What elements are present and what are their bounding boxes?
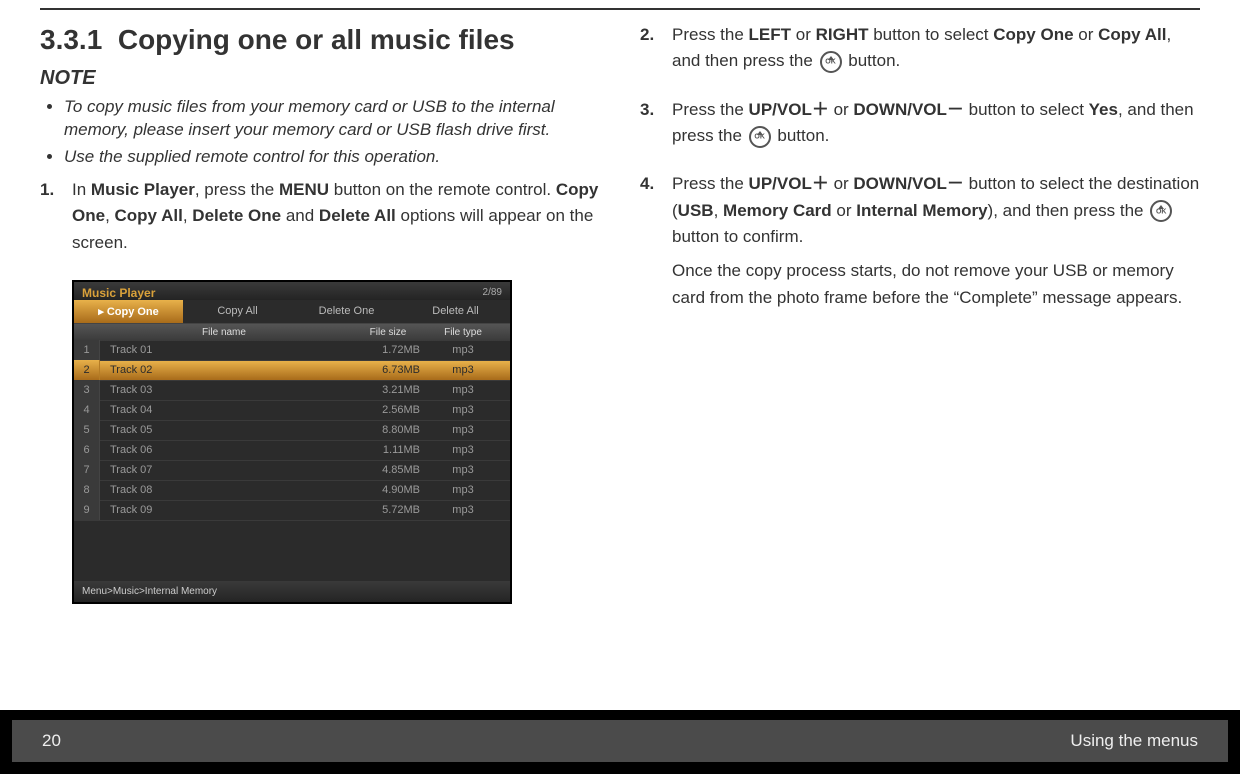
row-filename: Track 04 [100, 404, 348, 416]
col-filesize: File size [348, 327, 428, 338]
page-number: 20 [42, 731, 61, 751]
page-content: 3.3.1 Copying one or all music files NOT… [40, 22, 1200, 704]
row-index: 2 [74, 360, 100, 380]
table-row[interactable]: 7Track 074.85MBmp3 [74, 461, 510, 481]
device-header: Music Player 2/89 [74, 282, 510, 300]
row-filesize: 6.73MB [348, 364, 428, 376]
section-number: 3.3.1 [40, 24, 102, 55]
device-screenshot: Music Player 2/89 Copy One Copy All Dele… [72, 280, 512, 604]
row-filename: Track 07 [100, 464, 348, 476]
row-index: 4 [74, 400, 100, 420]
col-filetype: File type [428, 327, 498, 338]
row-index: 5 [74, 420, 100, 440]
step-number: 4. [640, 171, 672, 319]
step-number: 3. [640, 97, 672, 158]
steps-left: 1. In Music Player, press the MENU butto… [40, 177, 600, 264]
left-column: 3.3.1 Copying one or all music files NOT… [40, 22, 600, 704]
row-index: 9 [74, 500, 100, 520]
steps-right: 2. Press the LEFT or RIGHT button to sel… [640, 22, 1200, 319]
device-empty-space [74, 521, 510, 581]
step-body: Press the LEFT or RIGHT button to select… [672, 22, 1200, 83]
section-title: Copying one or all music files [118, 24, 515, 55]
row-filetype: mp3 [428, 504, 498, 516]
device-tab-copy-all[interactable]: Copy All [183, 300, 292, 323]
table-row[interactable]: 5Track 058.80MBmp3 [74, 421, 510, 441]
right-column: 2. Press the LEFT or RIGHT button to sel… [640, 22, 1200, 704]
row-filesize: 4.90MB [348, 484, 428, 496]
device-column-headers: File name File size File type [74, 324, 510, 341]
row-filetype: mp3 [428, 464, 498, 476]
row-index: 3 [74, 380, 100, 400]
row-filename: Track 09 [100, 504, 348, 516]
device-tab-copy-one[interactable]: Copy One [74, 300, 183, 323]
row-filesize: 8.80MB [348, 424, 428, 436]
row-filetype: mp3 [428, 444, 498, 456]
row-filesize: 2.56MB [348, 404, 428, 416]
section-heading: 3.3.1 Copying one or all music files [40, 22, 600, 57]
device-tabs: Copy One Copy All Delete One Delete All [74, 300, 510, 324]
note-item: To copy music files from your memory car… [64, 96, 600, 142]
device-rows: 1Track 011.72MBmp32Track 026.73MBmp33Tra… [74, 341, 510, 521]
device-breadcrumb: Menu>Music>Internal Memory [74, 581, 510, 602]
note-heading: NOTE [40, 67, 600, 90]
row-index: 1 [74, 340, 100, 360]
table-row[interactable]: 3Track 033.21MBmp3 [74, 381, 510, 401]
row-filetype: mp3 [428, 404, 498, 416]
table-row[interactable]: 2Track 026.73MBmp3 [74, 361, 510, 381]
device-tab-delete-one[interactable]: Delete One [292, 300, 401, 323]
row-filename: Track 03 [100, 384, 348, 396]
ok-icon [1150, 200, 1172, 222]
step-number: 1. [40, 177, 72, 264]
row-index: 7 [74, 460, 100, 480]
step-number: 2. [640, 22, 672, 83]
row-filesize: 1.72MB [348, 344, 428, 356]
row-index: 6 [74, 440, 100, 460]
row-filesize: 4.85MB [348, 464, 428, 476]
step-body: Press the UP/VOL＋ or DOWN/VOL－ button to… [672, 97, 1200, 158]
step-2: 2. Press the LEFT or RIGHT button to sel… [640, 22, 1200, 83]
table-row[interactable]: 8Track 084.90MBmp3 [74, 481, 510, 501]
step-body: In Music Player, press the MENU button o… [72, 177, 600, 264]
table-row[interactable]: 4Track 042.56MBmp3 [74, 401, 510, 421]
row-filename: Track 01 [100, 344, 348, 356]
col-filename: File name [100, 327, 348, 338]
row-filetype: mp3 [428, 364, 498, 376]
row-filesize: 1.11MB [348, 444, 428, 456]
row-index: 8 [74, 480, 100, 500]
row-filetype: mp3 [428, 484, 498, 496]
table-row[interactable]: 9Track 095.72MBmp3 [74, 501, 510, 521]
row-filetype: mp3 [428, 344, 498, 356]
row-filename: Track 08 [100, 484, 348, 496]
footer-bar: 20 Using the menus [0, 710, 1240, 774]
chapter-title: Using the menus [1070, 731, 1198, 751]
device-tab-delete-all[interactable]: Delete All [401, 300, 510, 323]
row-filename: Track 06 [100, 444, 348, 456]
ok-icon [820, 51, 842, 73]
device-counter: 2/89 [483, 287, 502, 298]
row-filesize: 3.21MB [348, 384, 428, 396]
note-list: To copy music files from your memory car… [64, 96, 600, 169]
ok-icon [749, 126, 771, 148]
device-title: Music Player [82, 286, 155, 300]
row-filetype: mp3 [428, 424, 498, 436]
row-filename: Track 02 [100, 364, 348, 376]
row-filetype: mp3 [428, 384, 498, 396]
step-body: Press the UP/VOL＋ or DOWN/VOL－ button to… [672, 171, 1200, 319]
step-4-note: Once the copy process starts, do not rem… [672, 258, 1200, 311]
table-row[interactable]: 6Track 061.11MBmp3 [74, 441, 510, 461]
row-filesize: 5.72MB [348, 504, 428, 516]
row-filename: Track 05 [100, 424, 348, 436]
table-row[interactable]: 1Track 011.72MBmp3 [74, 341, 510, 361]
step-4: 4. Press the UP/VOL＋ or DOWN/VOL－ button… [640, 171, 1200, 319]
top-rule [40, 8, 1200, 10]
step-3: 3. Press the UP/VOL＋ or DOWN/VOL－ button… [640, 97, 1200, 158]
step-1: 1. In Music Player, press the MENU butto… [40, 177, 600, 264]
note-item: Use the supplied remote control for this… [64, 146, 600, 169]
